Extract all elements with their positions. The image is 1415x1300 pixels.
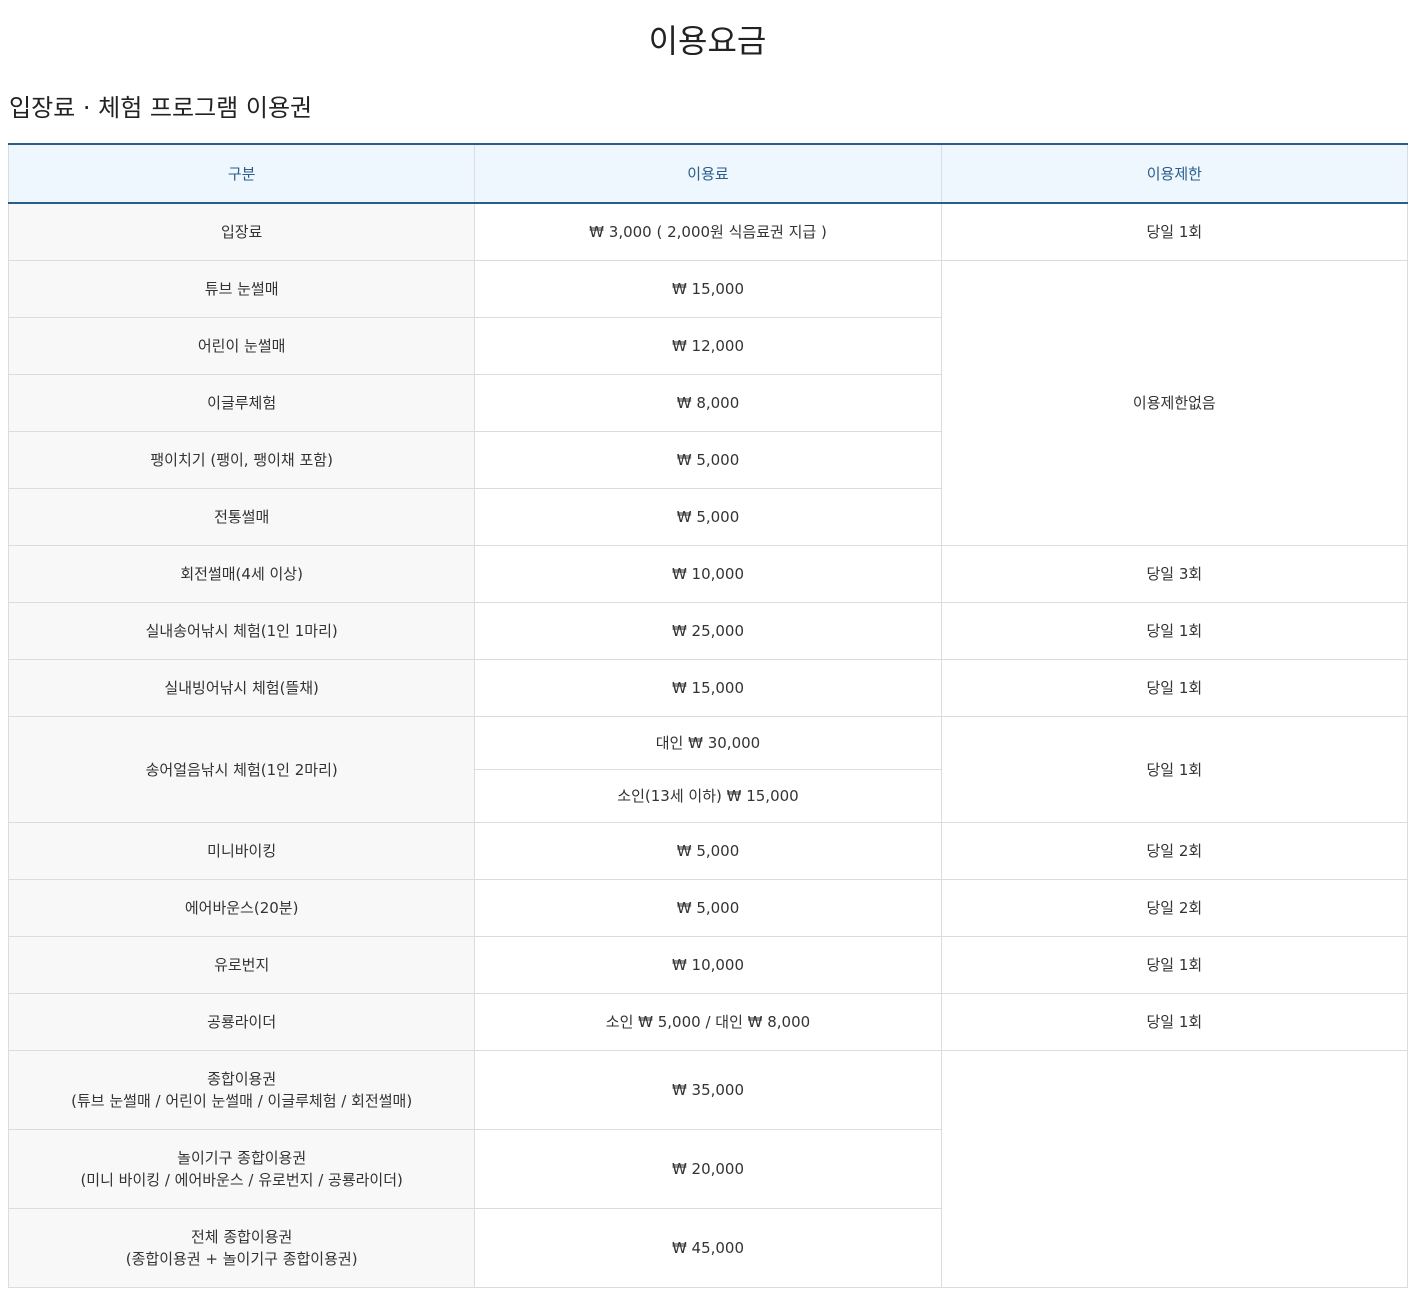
row-price: ₩ 10,000 xyxy=(474,936,942,994)
row-category: 튜브 눈썰매 xyxy=(7,260,476,318)
row-category: 미니바이킹 xyxy=(7,822,476,880)
row-category: 전통썰매 xyxy=(7,488,476,546)
table-row: 송어얼음낚시 체험(1인 2마리) 대인 ₩ 30,000 당일 1회 xyxy=(7,716,1409,823)
row-limit: 이용제한없음 xyxy=(940,260,1409,546)
row-limit: 당일 1회 xyxy=(940,602,1409,660)
row-category: 어린이 눈썰매 xyxy=(7,317,476,375)
row-category: 실내빙어낚시 체험(뜰채) xyxy=(7,659,476,717)
row-category-detail: (종합이용권 + 놀이기구 종합이용권) xyxy=(125,1250,358,1268)
table-row: 입장료 ₩ 3,000 ( 2,000원 식음료권 지급 ) 당일 1회 xyxy=(7,202,1409,261)
row-price: ₩ 15,000 xyxy=(474,659,942,717)
row-price: 소인 ₩ 5,000 / 대인 ₩ 8,000 xyxy=(474,993,942,1051)
section-title: 입장료 · 체험 프로그램 이용권 xyxy=(9,94,313,122)
row-limit: 당일 1회 xyxy=(940,659,1409,717)
row-price: 대인 ₩ 30,000 xyxy=(474,716,942,770)
row-price: 소인(13세 이하) ₩ 15,000 xyxy=(474,769,942,823)
row-category: 입장료 xyxy=(7,202,476,261)
row-category: 에어바운스(20분) xyxy=(7,879,476,937)
row-limit: 당일 2회 xyxy=(940,879,1409,937)
row-price: ₩ 10,000 xyxy=(474,545,942,603)
header-category: 구분 xyxy=(7,143,476,204)
row-limit: 당일 1회 xyxy=(940,936,1409,994)
row-category: 실내송어낚시 체험(1인 1마리) xyxy=(7,602,476,660)
table-row: 종합이용권 (튜브 눈썰매 / 어린이 눈썰매 / 이글루체험 / 회전썰매) … xyxy=(7,1050,1409,1288)
row-limit: 당일 1회 xyxy=(940,716,1409,823)
row-category: 공룡라이더 xyxy=(7,993,476,1051)
page-title: 이용요금 xyxy=(648,22,767,61)
row-category-title: 전체 종합이용권 xyxy=(190,1228,293,1246)
table-header-row: 구분 이용료 이용제한 xyxy=(7,143,1409,204)
row-price: ₩ 25,000 xyxy=(474,602,942,660)
table-row: 미니바이킹 ₩ 5,000 당일 2회 xyxy=(7,822,1409,880)
row-limit: 당일 1회 xyxy=(940,202,1409,261)
row-limit: 당일 3회 xyxy=(940,545,1409,603)
table-row: 튜브 눈썰매 ₩ 15,000 이용제한없음 xyxy=(7,260,1409,546)
row-category: 전체 종합이용권 (종합이용권 + 놀이기구 종합이용권) xyxy=(7,1208,476,1288)
fee-table: 구분 이용료 이용제한 입장료 ₩ 3,000 ( 2,000원 식음료권 지급… xyxy=(7,143,1409,1288)
row-category-detail: (튜브 눈썰매 / 어린이 눈썰매 / 이글루체험 / 회전썰매) xyxy=(71,1092,413,1110)
row-price: ₩ 5,000 xyxy=(474,822,942,880)
row-price: ₩ 12,000 xyxy=(474,317,942,375)
row-category: 종합이용권 (튜브 눈썰매 / 어린이 눈썰매 / 이글루체험 / 회전썰매) xyxy=(7,1050,476,1130)
row-price: ₩ 5,000 xyxy=(474,488,942,546)
table-row: 실내송어낚시 체험(1인 1마리) ₩ 25,000 당일 1회 xyxy=(7,602,1409,660)
row-limit xyxy=(940,1050,1409,1288)
row-category: 팽이치기 (팽이, 팽이채 포함) xyxy=(7,431,476,489)
row-price: ₩ 45,000 xyxy=(474,1208,942,1288)
row-category: 유로번지 xyxy=(7,936,476,994)
row-price: ₩ 8,000 xyxy=(474,374,942,432)
row-category-title: 놀이기구 종합이용권 xyxy=(177,1149,307,1167)
row-price: ₩ 3,000 ( 2,000원 식음료권 지급 ) xyxy=(474,202,942,261)
row-price: ₩ 20,000 xyxy=(474,1129,942,1209)
row-category: 송어얼음낚시 체험(1인 2마리) xyxy=(7,716,476,823)
row-price: ₩ 5,000 xyxy=(474,879,942,937)
row-category: 놀이기구 종합이용권 (미니 바이킹 / 에어바운스 / 유로번지 / 공룡라이… xyxy=(7,1129,476,1209)
row-category-title: 종합이용권 xyxy=(207,1070,277,1088)
row-category-detail: (미니 바이킹 / 에어바운스 / 유로번지 / 공룡라이더) xyxy=(80,1171,403,1189)
row-price: ₩ 35,000 xyxy=(474,1050,942,1130)
table-row: 에어바운스(20분) ₩ 5,000 당일 2회 xyxy=(7,879,1409,937)
row-limit: 당일 2회 xyxy=(940,822,1409,880)
row-category: 회전썰매(4세 이상) xyxy=(7,545,476,603)
table-row: 공룡라이더 소인 ₩ 5,000 / 대인 ₩ 8,000 당일 1회 xyxy=(7,993,1409,1051)
header-limit: 이용제한 xyxy=(940,143,1409,204)
table-row: 유로번지 ₩ 10,000 당일 1회 xyxy=(7,936,1409,994)
row-price: ₩ 5,000 xyxy=(474,431,942,489)
row-category: 이글루체험 xyxy=(7,374,476,432)
row-limit: 당일 1회 xyxy=(940,993,1409,1051)
row-price: ₩ 15,000 xyxy=(474,260,942,318)
table-row: 회전썰매(4세 이상) ₩ 10,000 당일 3회 xyxy=(7,545,1409,603)
header-price: 이용료 xyxy=(474,143,942,204)
table-row: 실내빙어낚시 체험(뜰채) ₩ 15,000 당일 1회 xyxy=(7,659,1409,717)
